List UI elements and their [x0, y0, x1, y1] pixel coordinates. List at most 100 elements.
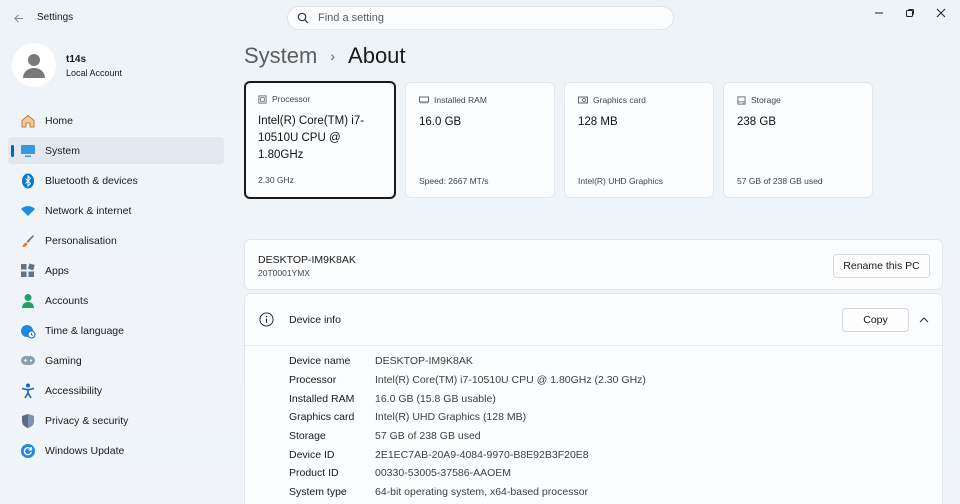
sidebar-item-bluetooth[interactable]: Bluetooth & devices: [8, 167, 224, 194]
minimize-icon: [874, 12, 883, 14]
processor-card[interactable]: Processor Intel(R) Core(TM) i7-10510U CP…: [244, 81, 396, 199]
spec-value: 00330-53005-37586-AAOEM: [375, 467, 512, 480]
spec-label: Product ID: [289, 467, 339, 480]
device-info-title: Device info: [289, 314, 341, 326]
apps-icon: [8, 263, 45, 278]
card-label: Graphics card: [593, 95, 646, 105]
user-avatar-icon: [23, 54, 45, 78]
device-info-header[interactable]: Device info Copy: [245, 294, 942, 346]
minimize-button[interactable]: [863, 0, 894, 26]
maximize-icon: [905, 9, 914, 17]
spec-label: Graphics card: [289, 411, 355, 424]
spec-label: Device ID: [289, 448, 335, 461]
sidebar-item-accounts[interactable]: Accounts: [8, 287, 224, 314]
wifi-icon: [8, 205, 45, 217]
card-value: Intel(R) Core(TM) i7-10510U CPU @ 1.80GH…: [258, 115, 365, 161]
app-title: Settings: [37, 12, 74, 23]
spec-row: Installed RAM 16.0 GB (15.8 GB usable): [289, 389, 646, 408]
maximize-button[interactable]: [894, 0, 925, 26]
sidebar-item-windows-update[interactable]: Windows Update: [8, 437, 224, 464]
spec-row: Storage 57 GB of 238 GB used: [289, 427, 646, 446]
ram-card[interactable]: Installed RAM 16.0 GB Speed: 2667 MT/s: [405, 82, 555, 198]
card-label-row: Installed RAM: [419, 95, 487, 105]
spec-value: Intel(R) UHD Graphics (128 MB): [375, 411, 527, 424]
card-label: Installed RAM: [434, 95, 487, 105]
spec-value: 16.0 GB (15.8 GB usable): [375, 392, 496, 405]
chevron-right-icon: ›: [330, 48, 336, 64]
back-button[interactable]: [8, 8, 28, 28]
sidebar-item-accessibility[interactable]: Accessibility: [8, 377, 224, 404]
sidebar-item-label: Privacy & security: [45, 414, 129, 427]
info-icon: [259, 312, 274, 327]
spec-row: Product ID 00330-53005-37586-AAOEM: [289, 464, 646, 483]
sidebar-item-label: System: [45, 144, 81, 157]
globe-clock-icon: [8, 323, 45, 339]
spec-row: Device ID 2E1EC7AB-20A9-4084-9970-B8E92B…: [289, 445, 646, 464]
spec-label: Storage: [289, 430, 326, 443]
accounts-icon: [8, 293, 45, 309]
processor-icon: [258, 94, 267, 104]
ram-icon: [419, 96, 429, 104]
breadcrumb-parent[interactable]: System: [244, 43, 317, 69]
page-title: About: [348, 43, 406, 68]
spec-value: 57 GB of 238 GB used: [375, 430, 481, 443]
title-bar: Settings: [0, 0, 960, 36]
spec-label: Installed RAM: [289, 392, 355, 405]
spec-row: Device name DESKTOP-IM9K8AK: [289, 352, 646, 371]
breadcrumb: System › About: [244, 43, 406, 69]
graphics-card-icon: [578, 96, 588, 103]
sidebar-item-home[interactable]: Home: [8, 107, 224, 134]
shield-icon: [8, 413, 45, 429]
card-sub: 2.30 GHz: [258, 175, 294, 185]
search-box[interactable]: [287, 6, 674, 30]
sidebar-item-system[interactable]: System: [8, 137, 224, 164]
bluetooth-icon: [8, 173, 45, 189]
sidebar-item-time-language[interactable]: Time & language: [8, 317, 224, 344]
spec-value: Intel(R) Core(TM) i7-10510U CPU @ 1.80GH…: [375, 374, 646, 387]
spec-label: Processor: [289, 374, 337, 387]
device-spec-list: Device name DESKTOP-IM9K8AK Processor In…: [289, 352, 646, 502]
card-label: Storage: [751, 95, 781, 105]
card-value: 238 GB: [737, 116, 776, 128]
sidebar-item-label: Windows Update: [45, 444, 125, 457]
close-icon: [936, 8, 945, 18]
sidebar-item-gaming[interactable]: Gaming: [8, 347, 224, 374]
storage-icon: [737, 95, 746, 105]
spec-value: DESKTOP-IM9K8AK: [375, 355, 473, 368]
spec-row: Graphics card Intel(R) UHD Graphics (128…: [289, 408, 646, 427]
sidebar-item-label: Bluetooth & devices: [45, 174, 138, 187]
card-label-row: Storage: [737, 95, 781, 105]
sidebar-item-label: Apps: [45, 264, 69, 277]
sidebar-item-label: Network & internet: [45, 204, 132, 217]
update-icon: [8, 443, 45, 459]
card-sub: 57 GB of 238 GB used: [737, 176, 823, 186]
profile-name: t14s: [66, 54, 87, 65]
rename-pc-button[interactable]: Rename this PC: [833, 254, 930, 278]
sidebar-item-label: Gaming: [45, 354, 82, 367]
storage-card[interactable]: Storage 238 GB 57 GB of 238 GB used: [723, 82, 873, 198]
sidebar-nav: Home System Bluetooth & devices Network …: [8, 107, 224, 467]
sidebar-item-label: Home: [45, 114, 74, 127]
avatar: [12, 43, 56, 87]
sidebar-item-label: Accounts: [45, 294, 89, 307]
card-label-row: Graphics card: [578, 95, 646, 105]
sidebar-item-label: Personalisation: [45, 234, 117, 247]
card-sub: Speed: 2667 MT/s: [419, 176, 489, 186]
device-info-panel: Device info Copy Device name DESKTOP-IM9…: [244, 293, 943, 504]
gamepad-icon: [8, 355, 45, 366]
sidebar-item-privacy[interactable]: Privacy & security: [8, 407, 224, 434]
copy-button[interactable]: Copy: [842, 308, 909, 332]
pc-model: 20T0001YMX: [258, 268, 310, 278]
sidebar-item-label: Accessibility: [45, 384, 103, 397]
sidebar-item-personalisation[interactable]: Personalisation: [8, 227, 224, 254]
sidebar-item-apps[interactable]: Apps: [8, 257, 224, 284]
chevron-up-icon[interactable]: [917, 313, 931, 327]
close-button[interactable]: [925, 0, 956, 26]
search-input[interactable]: [318, 12, 658, 24]
brush-icon: [8, 233, 45, 249]
graphics-card[interactable]: Graphics card 128 MB Intel(R) UHD Graphi…: [564, 82, 714, 198]
card-label: Processor: [272, 94, 311, 104]
system-icon: [8, 144, 45, 158]
spec-value: 2E1EC7AB-20A9-4084-9970-B8E92B3F20E8: [375, 448, 589, 461]
sidebar-item-network[interactable]: Network & internet: [8, 197, 224, 224]
